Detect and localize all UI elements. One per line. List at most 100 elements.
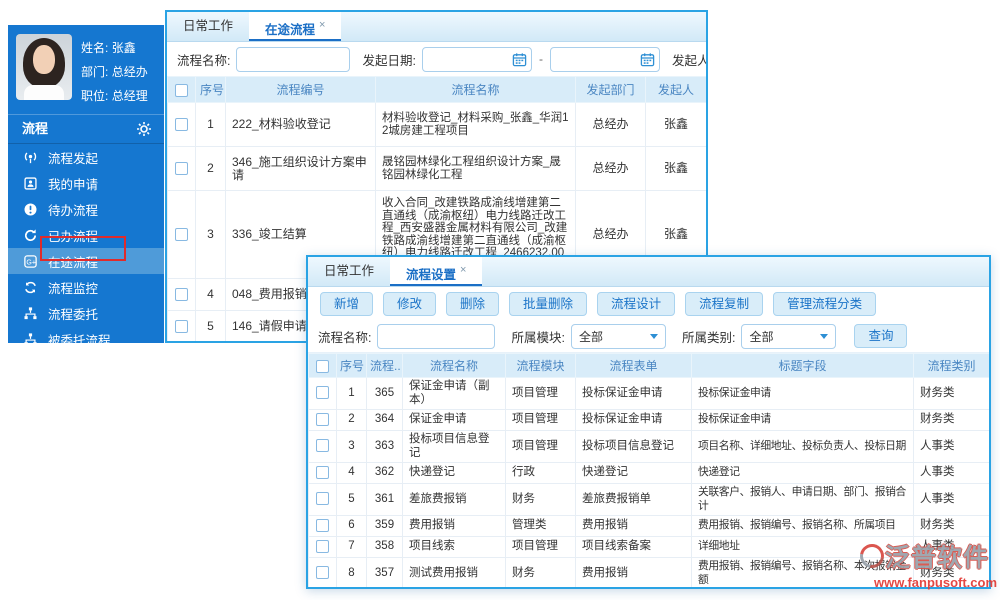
column-header: 标题字段 xyxy=(691,353,914,378)
sidebar-item-label: 流程监控 xyxy=(48,281,99,296)
row-checkbox[interactable] xyxy=(175,118,188,132)
sidebar-item-flow-monitor[interactable]: 流程监控 xyxy=(8,274,164,300)
sidebar-item-pending-flows[interactable]: 待办流程 xyxy=(8,196,164,222)
cell-index: 2 xyxy=(336,409,367,431)
flow-settings-toolbar: 新增 修改 删除 批量删除 流程设计 流程复制 管理流程分类 xyxy=(308,287,989,320)
cell-flow-module: 项目管理 xyxy=(505,409,576,431)
flow-name-input[interactable] xyxy=(236,46,351,72)
module-select-value: 全部 xyxy=(578,329,603,344)
cell-flow-name: 测试费用报销 xyxy=(402,557,506,587)
avatar-shirt xyxy=(24,85,64,100)
table-row[interactable]: 1 365 保证金申请（副本） 项目管理 投标保证金申请 投标保证金申请 财务类 xyxy=(308,377,989,410)
row-checkbox[interactable] xyxy=(316,492,329,506)
cell-index: 3 xyxy=(195,190,226,279)
row-checkbox-cell xyxy=(167,190,196,279)
table-row[interactable]: 3 363 投标项目信息登记 项目管理 投标项目信息登记 项目名称、详细地址、投… xyxy=(308,430,989,463)
table-row[interactable]: 4 362 快递登记 行政 快递登记 快递登记 人事类 xyxy=(308,462,989,484)
cell-flow-module: 项目管理 xyxy=(505,536,576,558)
cell-flow-id: 362 xyxy=(366,462,403,484)
row-checkbox[interactable] xyxy=(316,412,329,426)
tab-flow-settings[interactable]: 流程设置 × xyxy=(390,257,483,286)
calendar-icon[interactable] xyxy=(640,52,655,67)
row-checkbox[interactable] xyxy=(175,162,188,176)
toolbar-button[interactable]: 删除 xyxy=(446,291,500,316)
row-checkbox[interactable] xyxy=(316,539,329,553)
row-checkbox[interactable] xyxy=(316,386,329,400)
column-header: 序号 xyxy=(336,353,367,378)
sidebar-item-flow-delegate[interactable]: 流程委托 xyxy=(8,300,164,326)
cell-flow-name: 保证金申请（副本） xyxy=(402,377,506,410)
row-checkbox-cell xyxy=(308,536,337,558)
toolbar-button[interactable]: 修改 xyxy=(383,291,437,316)
sidebar-item-delegated-to-me-flows[interactable]: 被委托流程 xyxy=(8,326,164,343)
select-all-checkbox[interactable] xyxy=(175,83,188,97)
tab-daily-work[interactable]: 日常工作 xyxy=(167,12,249,41)
cell-flow-name: 晟铭园林绿化工程组织设计方案_晟铭园林绿化工程 xyxy=(375,146,576,191)
cell-index: 2 xyxy=(195,146,226,191)
flow-name-input[interactable] xyxy=(377,323,496,349)
row-checkbox[interactable] xyxy=(316,518,329,532)
row-checkbox[interactable] xyxy=(316,465,329,479)
row-checkbox[interactable] xyxy=(316,439,329,453)
cell-index: 5 xyxy=(195,310,226,341)
search-button[interactable]: 查询 xyxy=(854,324,908,348)
table-row[interactable]: 7 358 项目线索 项目管理 项目线索备案 详细地址 人事类 xyxy=(308,536,989,558)
user-title: 总经理 xyxy=(111,89,148,103)
user-dept-row: 部门: 总经办 xyxy=(81,65,148,79)
gear-icon[interactable] xyxy=(136,121,152,137)
tab-in-transit-flow[interactable]: 在途流程 × xyxy=(249,12,342,41)
cell-flow-module: 行政 xyxy=(505,462,576,484)
row-checkbox-cell xyxy=(167,278,196,311)
cell-index: 6 xyxy=(336,515,367,537)
column-header: 流程.. xyxy=(366,353,403,378)
cell-initiator: 张鑫 xyxy=(645,146,706,191)
sidebar-item-in-transit-flows[interactable]: G+ 在途流程 xyxy=(8,248,164,274)
row-checkbox[interactable] xyxy=(175,288,188,302)
chevron-down-icon xyxy=(820,333,829,339)
cell-title-fields: 详细地址 xyxy=(691,536,914,558)
module-select[interactable]: 全部 xyxy=(570,323,666,349)
user-name-row: 姓名: 张鑫 xyxy=(81,41,136,55)
sidebar-item-my-applications[interactable]: 我的申请 xyxy=(8,170,164,196)
cell-flow-category: 财务类 xyxy=(913,409,989,431)
table-row[interactable]: 6 359 费用报销 管理类 费用报销 费用报销、报销编号、报销名称、所属项目 … xyxy=(308,515,989,537)
close-icon[interactable]: × xyxy=(319,19,325,31)
tab-daily-work[interactable]: 日常工作 xyxy=(308,257,390,286)
table-row[interactable]: 2 346_施工组织设计方案申请 晟铭园林绿化工程组织设计方案_晟铭园林绿化工程… xyxy=(167,146,706,191)
cell-flow-form: 投标保证金申请 xyxy=(575,409,692,431)
cell-flow-form: 快递登记 xyxy=(575,462,692,484)
row-checkbox-cell xyxy=(167,146,196,191)
toolbar-button[interactable]: 批量删除 xyxy=(509,291,588,316)
front-tabbar: 日常工作 流程设置 × xyxy=(308,257,989,287)
initiator-label: 发起人: xyxy=(671,53,706,68)
sidebar: 姓名: 张鑫 部门: 总经办 职位: 总经理 流程 流程发起 我的申请 待办流程… xyxy=(8,25,164,343)
row-checkbox[interactable] xyxy=(175,320,188,334)
table-row[interactable]: 8 357 测试费用报销 财务 费用报销 费用报销、报销编号、报销名称、本次报销… xyxy=(308,557,989,587)
calendar-icon[interactable] xyxy=(512,52,527,67)
toolbar-button[interactable]: 管理流程分类 xyxy=(773,291,877,316)
select-all-cell xyxy=(167,76,196,103)
table-row[interactable]: 1 222_材料验收登记 材料验收登记_材料采购_张鑫_华润12城房建工程项目 … xyxy=(167,102,706,147)
cell-initiator: 张鑫 xyxy=(645,102,706,147)
row-checkbox[interactable] xyxy=(316,566,329,580)
toolbar-button[interactable]: 流程复制 xyxy=(685,291,764,316)
sitemap-icon xyxy=(22,331,38,343)
table-row[interactable]: 2 364 保证金申请 项目管理 投标保证金申请 投标保证金申请 财务类 xyxy=(308,409,989,431)
close-icon[interactable]: × xyxy=(460,264,466,276)
cell-flow-category: 人事类 xyxy=(913,430,989,463)
cell-index: 1 xyxy=(336,377,367,410)
cell-index: 6 xyxy=(196,343,226,344)
sidebar-item-completed-flows[interactable]: 已办流程 xyxy=(8,222,164,248)
cell-flow-category: 财务类 xyxy=(913,377,989,410)
toolbar-button[interactable]: 新增 xyxy=(320,291,374,316)
row-checkbox[interactable] xyxy=(175,228,188,242)
flow-name-label: 流程名称: xyxy=(177,53,231,68)
cell-title-fields: 投标保证金申请 xyxy=(691,377,914,410)
toolbar-button[interactable]: 流程设计 xyxy=(597,291,676,316)
cell-flow-form: 差旅费报销单 xyxy=(575,483,692,516)
sidebar-item-process-initiate[interactable]: 流程发起 xyxy=(8,144,164,170)
category-select[interactable]: 全部 xyxy=(741,323,837,349)
table-row[interactable]: 5 361 差旅费报销 财务 差旅费报销单 关联客户、报销人、申请日期、部门、报… xyxy=(308,483,989,516)
select-all-checkbox[interactable] xyxy=(316,359,329,373)
back-tabbar: 日常工作 在途流程 × xyxy=(167,12,706,42)
